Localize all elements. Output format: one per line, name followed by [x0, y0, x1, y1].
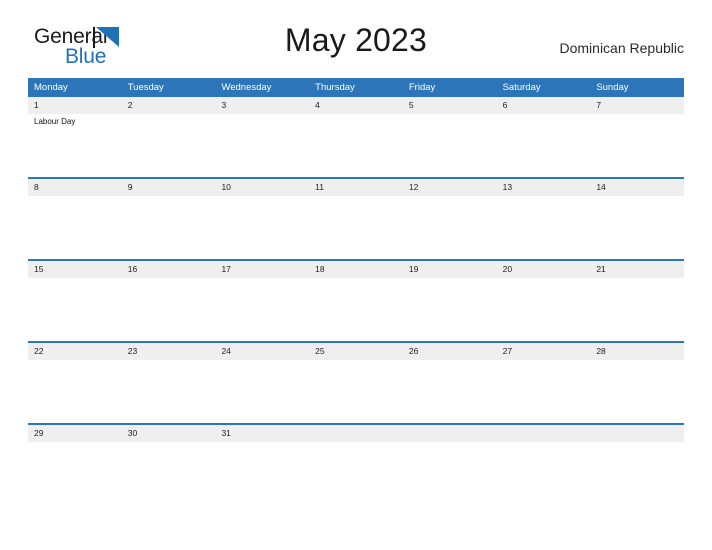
date-number-cell[interactable]: 5	[403, 97, 497, 114]
date-number-cell[interactable]: 26	[403, 343, 497, 360]
day-event-cell[interactable]	[215, 278, 309, 341]
day-event-cell	[403, 442, 497, 505]
day-event-cell[interactable]	[215, 196, 309, 259]
date-number-cell[interactable]: 8	[28, 179, 122, 196]
day-event-cell	[497, 442, 591, 505]
event-label: Labour Day	[34, 117, 76, 126]
day-event-cell[interactable]	[590, 114, 684, 177]
country-label: Dominican Republic	[559, 40, 684, 56]
date-number-cell[interactable]: 15	[28, 261, 122, 278]
date-number-cell[interactable]: 30	[122, 425, 216, 442]
day-event-cell[interactable]	[122, 196, 216, 259]
day-event-cell[interactable]: Labour Day	[28, 114, 122, 177]
day-event-cell[interactable]	[497, 114, 591, 177]
day-event-cell[interactable]	[590, 278, 684, 341]
week-event-band	[28, 278, 684, 341]
week-event-band: Labour Day	[28, 114, 684, 177]
page-header: General Blue May 2023 Dominican Republic	[28, 0, 684, 78]
date-number-cell[interactable]: 21	[590, 261, 684, 278]
calendar-page: General Blue May 2023 Dominican Republic…	[0, 0, 712, 550]
week-date-band: 22 23 24 25 26 27 28	[28, 343, 684, 360]
day-event-cell[interactable]	[28, 278, 122, 341]
date-number-cell[interactable]: 6	[497, 97, 591, 114]
weekday-header-saturday: Saturday	[502, 82, 541, 93]
day-event-cell[interactable]	[122, 114, 216, 177]
day-event-cell[interactable]	[215, 360, 309, 423]
day-event-cell[interactable]	[403, 278, 497, 341]
date-number-cell[interactable]: 25	[309, 343, 403, 360]
day-event-cell[interactable]	[215, 442, 309, 505]
date-number-cell[interactable]: 16	[122, 261, 216, 278]
date-number-cell[interactable]: 31	[215, 425, 309, 442]
day-event-cell[interactable]	[122, 278, 216, 341]
week-event-band	[28, 442, 684, 505]
date-number-cell[interactable]: 20	[497, 261, 591, 278]
weekday-header-row: Monday Tuesday Wednesday Thursday Friday…	[28, 78, 684, 97]
day-event-cell[interactable]	[403, 360, 497, 423]
date-number-cell[interactable]: 12	[403, 179, 497, 196]
weekday-header-wednesday: Wednesday	[221, 82, 272, 93]
day-event-cell[interactable]	[590, 196, 684, 259]
calendar-week-row: 15 16 17 18 19 20 21	[28, 259, 684, 341]
date-number-cell[interactable]: 22	[28, 343, 122, 360]
day-event-cell	[590, 442, 684, 505]
day-event-cell[interactable]	[28, 196, 122, 259]
day-event-cell[interactable]	[309, 196, 403, 259]
day-event-cell	[309, 442, 403, 505]
day-event-cell[interactable]	[309, 360, 403, 423]
date-number-cell[interactable]: 29	[28, 425, 122, 442]
date-number-cell[interactable]: 2	[122, 97, 216, 114]
day-event-cell[interactable]	[497, 196, 591, 259]
day-event-cell[interactable]	[122, 360, 216, 423]
day-event-cell[interactable]	[28, 360, 122, 423]
date-number-cell[interactable]: 24	[215, 343, 309, 360]
calendar-table: Monday Tuesday Wednesday Thursday Friday…	[28, 78, 684, 505]
date-number-cell	[403, 425, 497, 442]
weekday-header-sunday: Sunday	[596, 82, 629, 93]
day-event-cell[interactable]	[403, 114, 497, 177]
date-number-cell	[309, 425, 403, 442]
date-number-cell[interactable]: 23	[122, 343, 216, 360]
date-number-cell[interactable]: 27	[497, 343, 591, 360]
week-date-band: 8 9 10 11 12 13 14	[28, 179, 684, 196]
week-date-band: 1 2 3 4 5 6 7	[28, 97, 684, 114]
date-number-cell[interactable]: 14	[590, 179, 684, 196]
day-event-cell[interactable]	[403, 196, 497, 259]
day-event-cell[interactable]	[122, 442, 216, 505]
day-event-cell[interactable]	[590, 360, 684, 423]
date-number-cell[interactable]: 10	[215, 179, 309, 196]
weekday-header-tuesday: Tuesday	[127, 82, 164, 93]
calendar-week-row: 22 23 24 25 26 27 28	[28, 341, 684, 423]
day-event-cell[interactable]	[497, 360, 591, 423]
calendar-week-row: 8 9 10 11 12 13 14	[28, 177, 684, 259]
date-number-cell[interactable]: 1	[28, 97, 122, 114]
date-number-cell[interactable]: 18	[309, 261, 403, 278]
weekday-header-monday: Monday	[34, 82, 68, 93]
date-number-cell	[590, 425, 684, 442]
date-number-cell[interactable]: 17	[215, 261, 309, 278]
date-number-cell[interactable]: 4	[309, 97, 403, 114]
day-event-cell[interactable]	[309, 114, 403, 177]
date-number-cell[interactable]: 7	[590, 97, 684, 114]
date-number-cell[interactable]: 11	[309, 179, 403, 196]
week-event-band	[28, 360, 684, 423]
date-number-cell[interactable]: 13	[497, 179, 591, 196]
day-event-cell[interactable]	[215, 114, 309, 177]
week-event-band	[28, 196, 684, 259]
day-event-cell[interactable]	[309, 278, 403, 341]
date-number-cell[interactable]: 3	[215, 97, 309, 114]
week-date-band: 15 16 17 18 19 20 21	[28, 261, 684, 278]
weekday-header-thursday: Thursday	[315, 82, 355, 93]
weekday-header-friday: Friday	[408, 82, 436, 93]
date-number-cell[interactable]: 9	[122, 179, 216, 196]
date-number-cell[interactable]: 28	[590, 343, 684, 360]
day-event-cell[interactable]	[497, 278, 591, 341]
day-event-cell[interactable]	[28, 442, 122, 505]
date-number-cell	[497, 425, 591, 442]
calendar-week-row: 1 2 3 4 5 6 7 Labour Day	[28, 97, 684, 177]
date-number-cell[interactable]: 19	[403, 261, 497, 278]
week-date-band: 29 30 31	[28, 425, 684, 442]
calendar-week-row: 29 30 31	[28, 423, 684, 505]
